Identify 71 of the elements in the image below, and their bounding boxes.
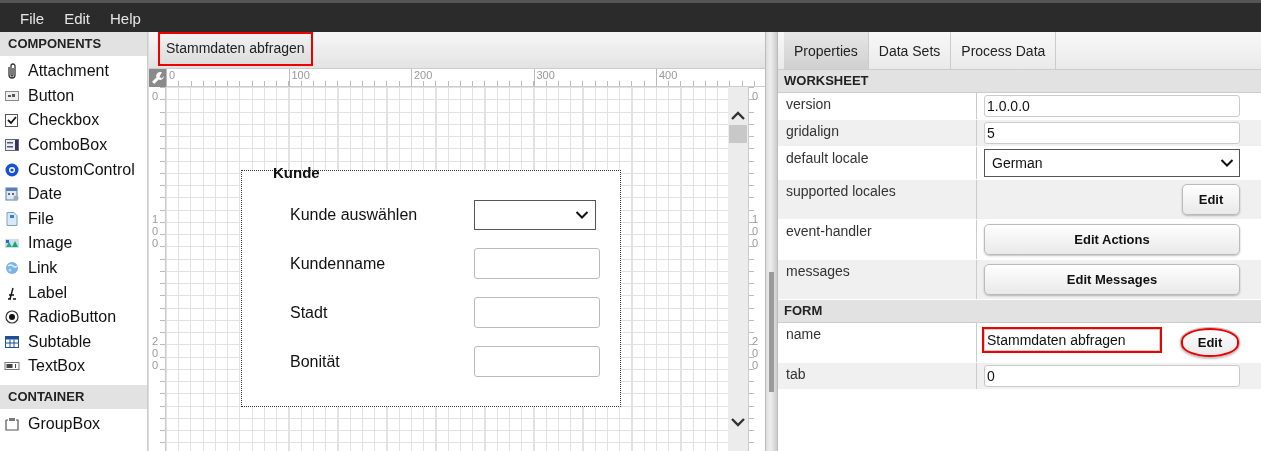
file-icon bbox=[4, 210, 20, 227]
palette-item[interactable]: Subtable bbox=[0, 329, 147, 355]
ruler-label: 100 bbox=[752, 212, 759, 249]
section-header: WORKSHEET bbox=[778, 70, 1261, 93]
radio-icon bbox=[4, 309, 20, 326]
ruler-label: 200 bbox=[152, 335, 159, 372]
palette-item[interactable]: Button bbox=[0, 83, 147, 109]
input-field[interactable] bbox=[474, 297, 600, 328]
menu-item[interactable]: Help bbox=[100, 5, 151, 27]
property-label: tab bbox=[778, 363, 977, 389]
dropdown[interactable]: German bbox=[984, 149, 1240, 177]
scrollbar-thumb[interactable] bbox=[729, 125, 747, 143]
edit-button[interactable]: Edit bbox=[1180, 327, 1240, 358]
combobox-icon bbox=[4, 137, 20, 154]
palette-item[interactable]: Date bbox=[0, 181, 147, 207]
panel-tab[interactable]: Process Data bbox=[951, 32, 1057, 69]
groupbox-icon bbox=[4, 416, 20, 432]
input-field[interactable]: 5 bbox=[984, 122, 1240, 144]
property-label: gridalign bbox=[778, 120, 977, 146]
ruler-label: 0 bbox=[152, 90, 159, 103]
palette-item[interactable]: Attachment bbox=[0, 59, 147, 84]
calendar-icon bbox=[4, 186, 20, 203]
section-header: CONTAINER bbox=[0, 384, 147, 409]
palette-item[interactable]: ComboBox bbox=[0, 132, 147, 158]
field-label: Stadt bbox=[290, 303, 329, 322]
section-header: FORM bbox=[778, 300, 1261, 323]
ruler-label: 100 bbox=[152, 212, 159, 249]
edit-button[interactable]: Edit Messages bbox=[984, 264, 1240, 295]
field-label: Kunde auswählen bbox=[290, 205, 419, 224]
input-field[interactable]: 0 bbox=[984, 365, 1240, 387]
palette-item[interactable]: RadioButton bbox=[0, 304, 147, 330]
panel-tab[interactable]: Properties bbox=[784, 32, 869, 69]
edit-button[interactable]: Edit bbox=[1182, 184, 1240, 215]
property-label: version bbox=[778, 93, 977, 119]
menu-item[interactable]: File bbox=[10, 5, 55, 27]
property-label: default locale bbox=[778, 147, 977, 179]
palette-item[interactable]: Link bbox=[0, 255, 147, 281]
palette-item[interactable]: File bbox=[0, 206, 147, 232]
chevron-down-icon bbox=[575, 209, 589, 220]
palette-item[interactable]: GroupBox bbox=[0, 411, 147, 437]
property-label: messages bbox=[778, 260, 977, 299]
field-label: Kundenname bbox=[290, 254, 387, 273]
panel-tab[interactable]: Data Sets bbox=[868, 32, 952, 69]
section-header: COMPONENTS bbox=[0, 32, 147, 56]
input-field[interactable] bbox=[474, 248, 600, 279]
palette-item[interactable]: Checkbox bbox=[0, 108, 147, 133]
palette-item[interactable]: Label bbox=[0, 280, 147, 305]
edit-button[interactable]: Edit Actions bbox=[984, 224, 1240, 255]
property-label: supported locales bbox=[778, 180, 977, 219]
field-label: Bonität bbox=[290, 352, 341, 371]
globe-icon bbox=[4, 260, 20, 277]
dropdown[interactable] bbox=[474, 199, 596, 230]
input-field[interactable] bbox=[474, 346, 600, 377]
property-label: event-handler bbox=[778, 220, 977, 259]
checkbox-icon bbox=[4, 112, 20, 129]
ruler-label: 0 bbox=[752, 90, 759, 103]
chevron-up-icon bbox=[730, 109, 746, 121]
property-label: name bbox=[778, 323, 977, 362]
wrench-icon bbox=[150, 71, 165, 85]
ruler-label: 200 bbox=[752, 335, 759, 372]
chevron-down-icon bbox=[730, 417, 746, 429]
table-icon bbox=[4, 333, 20, 350]
chevron-down-icon bbox=[1220, 158, 1234, 168]
palette-item[interactable]: CustomControl bbox=[0, 157, 147, 182]
input-field[interactable]: Stammdaten abfragen bbox=[984, 329, 1160, 351]
palette-item[interactable]: Image bbox=[0, 231, 147, 256]
form-tab[interactable]: Stammdaten abfragen bbox=[159, 33, 312, 65]
palette-item[interactable]: TextBox bbox=[0, 354, 147, 379]
input-field[interactable]: 1.0.0.0 bbox=[984, 95, 1240, 117]
menu-item[interactable]: Edit bbox=[54, 5, 101, 27]
scrollbar[interactable] bbox=[728, 87, 748, 451]
